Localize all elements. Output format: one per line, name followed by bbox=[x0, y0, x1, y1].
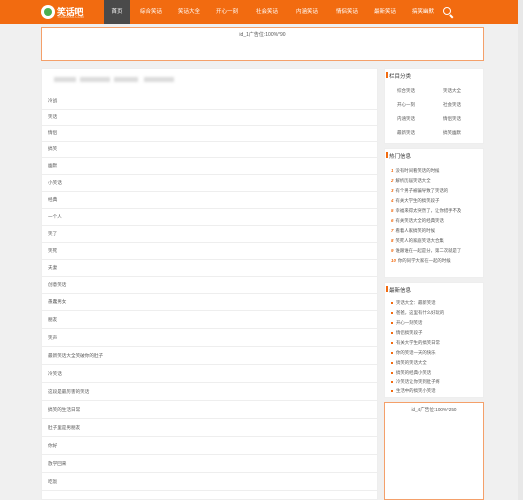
top-ad-banner[interactable]: id_1广告位:100%*90 bbox=[41, 27, 484, 61]
sidebar-categories-panel: 栏目分类 综合笑话 笑话大全 开心一刻 社会笑话 内涵笑话 情侣笑话 最新笑话 … bbox=[384, 68, 484, 144]
latest-item[interactable]: 搞笑的经典小笑话 bbox=[391, 370, 481, 376]
list-item[interactable]: 笑声 bbox=[42, 331, 377, 347]
list-item[interactable]: 这段是最厉害的笑话 bbox=[42, 385, 377, 401]
sidebar-ad-label: id_4广告位:100%*250 bbox=[411, 407, 457, 412]
category-link[interactable]: 最新笑话 bbox=[397, 130, 415, 136]
category-link[interactable]: 笑话大全 bbox=[443, 88, 461, 94]
list-item[interactable]: 笑了 bbox=[42, 227, 377, 243]
list-item[interactable]: 创意笑话 bbox=[42, 278, 377, 294]
list-item[interactable]: 笑死 bbox=[42, 244, 377, 260]
main-list-panel: 冷战 笑话 情侣 搞笑 幽默 小笑话 经典 一个人 笑了 笑死 夫妻 创意笑话 … bbox=[41, 68, 378, 500]
latest-item[interactable]: 笑话大全：最新笑话 bbox=[391, 300, 481, 306]
nav-item-内涵笑话[interactable]: 内涵笑话 bbox=[290, 0, 324, 24]
nav-item-社会笑话[interactable]: 社会笑话 bbox=[250, 0, 284, 24]
list-item[interactable]: 冷笑话 bbox=[42, 367, 377, 383]
nav-item-最新笑话[interactable]: 最新笑话 bbox=[368, 0, 402, 24]
nav-item-home[interactable]: 首页 bbox=[104, 0, 130, 24]
blurred-title bbox=[54, 75, 174, 84]
hot-item[interactable]: 4 有关大学生的搞笑段子 bbox=[391, 198, 481, 204]
category-link[interactable]: 开心一刻 bbox=[397, 102, 415, 108]
latest-item[interactable]: 爸爸，这里有什么好玩的 bbox=[391, 310, 481, 316]
category-link[interactable]: 综合笑话 bbox=[397, 88, 415, 94]
latest-item[interactable]: 开心一刻笑话 bbox=[391, 320, 481, 326]
nav-item-开心一刻[interactable]: 开心一刻 bbox=[210, 0, 244, 24]
latest-heading: 最新信息 bbox=[385, 286, 412, 294]
hot-item[interactable]: 8 笑死人的家庭笑话大合集 bbox=[391, 238, 481, 244]
category-link[interactable]: 情侣笑话 bbox=[443, 116, 461, 122]
category-link[interactable]: 社会笑话 bbox=[443, 102, 461, 108]
list-item[interactable]: 朋友 bbox=[42, 313, 377, 329]
list-item[interactable]: 幽默 bbox=[42, 159, 377, 175]
list-item[interactable]: 笑话 bbox=[42, 110, 377, 126]
list-item[interactable]: 放学回来 bbox=[42, 457, 377, 473]
nav-item-情侣笑话[interactable]: 情侣笑话 bbox=[330, 0, 364, 24]
latest-item[interactable]: 情侣搞笑段子 bbox=[391, 330, 481, 336]
latest-item[interactable]: 生活中的搞笑小笑话 bbox=[391, 388, 481, 394]
nav-item-笑话大全[interactable]: 笑话大全 bbox=[172, 0, 206, 24]
latest-item[interactable]: 你的笑话一天的快乐 bbox=[391, 350, 481, 356]
sidebar-latest-panel: 最新信息 笑话大全：最新笑话 爸爸，这里有什么好玩的 开心一刻笑话 情侣搞笑段子… bbox=[384, 282, 484, 398]
latest-item[interactable]: 冷笑话让你笑到肚子疼 bbox=[391, 379, 481, 385]
category-link[interactable]: 内涵笑话 bbox=[397, 116, 415, 122]
list-item[interactable]: 一个人 bbox=[42, 210, 377, 226]
list-item[interactable]: 搞笑 bbox=[42, 142, 377, 158]
list-item[interactable]: 你好 bbox=[42, 439, 377, 455]
hot-item[interactable]: 9 谁跟谁在一起是分，第二次就是了 bbox=[391, 248, 481, 254]
categories-heading: 栏目分类 bbox=[385, 72, 412, 80]
latest-item[interactable]: 搞笑的笑话大全 bbox=[391, 360, 481, 366]
latest-item[interactable]: 有关大学生的搞笑日常 bbox=[391, 340, 481, 346]
category-link[interactable]: 搞笑幽默 bbox=[443, 130, 461, 136]
site-logo[interactable]: 笑话吧 TGSUXXX.COM bbox=[41, 3, 89, 21]
nav-item-综合笑话[interactable]: 综合笑话 bbox=[134, 0, 168, 24]
top-navigation-bar: 笑话吧 TGSUXXX.COM 首页 综合笑话 笑话大全 开心一刻 社会笑话 内… bbox=[0, 0, 523, 24]
sidebar-ad-banner[interactable]: id_4广告位:100%*250 bbox=[384, 402, 484, 500]
page-scrollbar[interactable] bbox=[518, 0, 523, 500]
search-icon[interactable] bbox=[442, 6, 454, 19]
list-item[interactable]: 小笑话 bbox=[42, 176, 377, 192]
hot-item[interactable]: 2 解析历届笑话大全 bbox=[391, 178, 481, 184]
list-item[interactable]: 夫妻 bbox=[42, 261, 377, 277]
list-item[interactable]: 吃饭 bbox=[42, 475, 377, 491]
list-item[interactable]: 最新笑话大全笑破你的肚子 bbox=[42, 349, 377, 365]
hot-item[interactable]: 5 幸福来得太突然了，让你措手不及 bbox=[391, 208, 481, 214]
list-item[interactable]: 愚蠢男女 bbox=[42, 295, 377, 311]
hot-heading: 热门信息 bbox=[385, 152, 412, 160]
nav-item-搞笑幽默[interactable]: 搞笑幽默 bbox=[406, 0, 440, 24]
list-item[interactable]: 肚子里是男朋友 bbox=[42, 421, 377, 437]
sidebar-hot-panel: 热门信息 1 没有时间看笑话的时候 2 解析历届笑话大全 3 有个男子被骗导致了笑话的… bbox=[384, 148, 484, 278]
hot-item[interactable]: 10 你的同学大家在一起的时候 bbox=[391, 258, 481, 264]
hot-item[interactable]: 6 有关笑话大全的经典笑话 bbox=[391, 218, 481, 224]
hot-item[interactable]: 1 没有时间看笑话的时候 bbox=[391, 168, 481, 174]
list-item[interactable]: 冷战 bbox=[42, 94, 377, 110]
list-item[interactable]: 搞笑的生活日常 bbox=[42, 403, 377, 419]
top-ad-label: id_1广告位:100%*90 bbox=[239, 32, 286, 38]
logo-url: TGSUXXX.COM bbox=[57, 15, 84, 19]
logo-icon bbox=[41, 5, 55, 19]
list-item[interactable]: 情侣 bbox=[42, 126, 377, 142]
hot-item[interactable]: 3 有个男子被骗导致了笑话的 bbox=[391, 188, 481, 194]
list-item[interactable]: 经典 bbox=[42, 193, 377, 209]
hot-item[interactable]: 7 看着人家搞笑的时候 bbox=[391, 228, 481, 234]
